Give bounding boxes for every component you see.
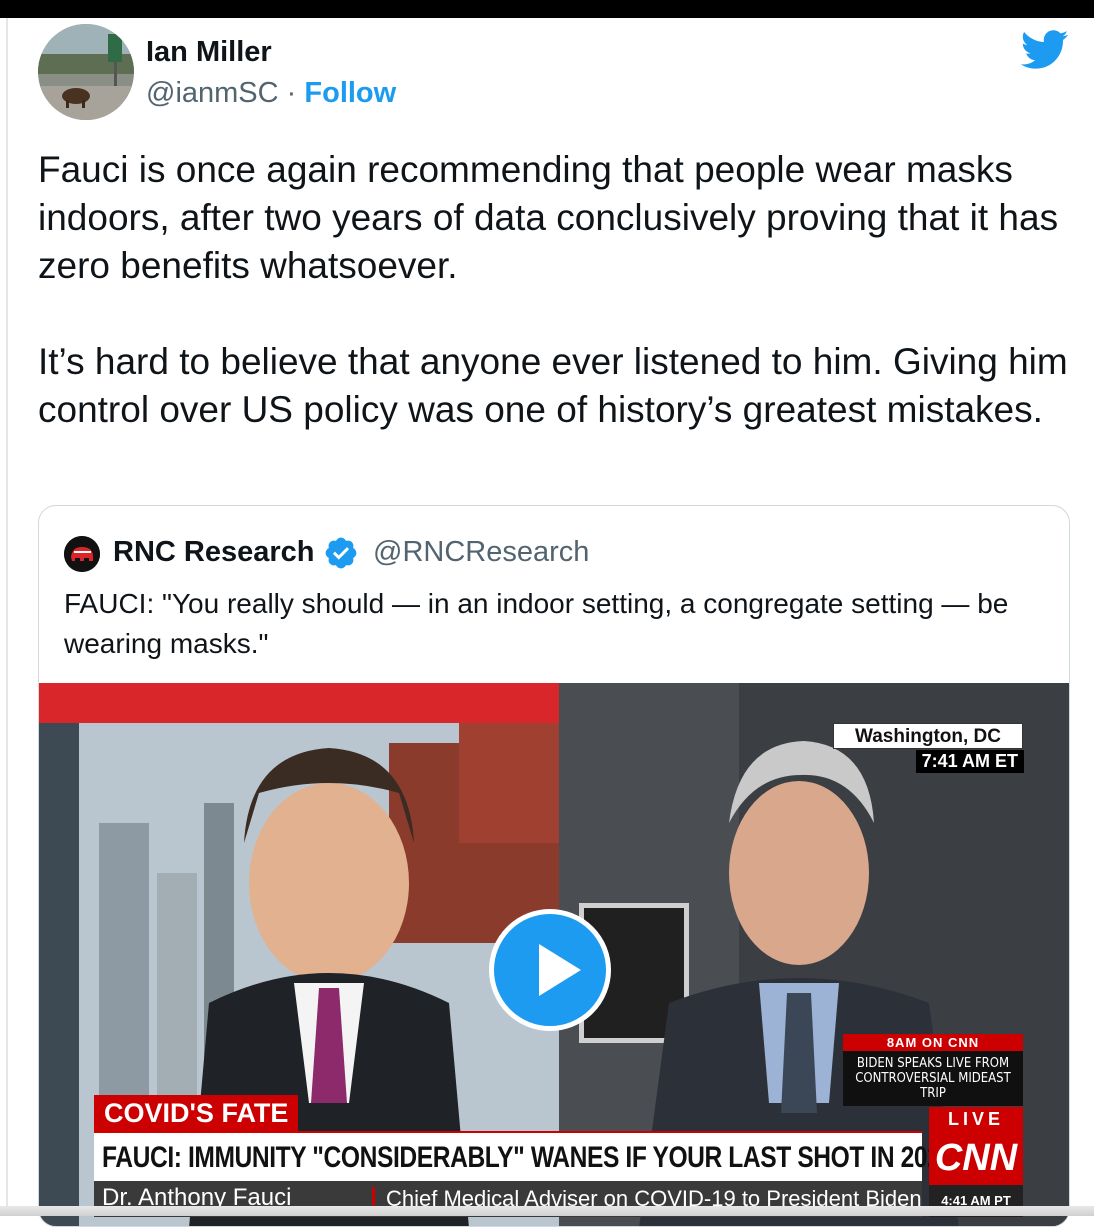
video-promo-box: 8AM ON CNN BIDEN SPEAKS LIVE FROM CONTRO…: [843, 1034, 1023, 1106]
author-avatar[interactable]: [38, 24, 134, 120]
author-name[interactable]: Ian Miller: [146, 36, 272, 69]
avatar-photo: [38, 24, 134, 120]
video-promo-body: BIDEN SPEAKS LIVE FROM CONTROVERSIAL MID…: [855, 1056, 1011, 1101]
quoted-author-handle[interactable]: @RNCResearch: [373, 536, 589, 569]
quoted-author-avatar[interactable]: [64, 536, 100, 572]
window-top-bar: [0, 0, 1094, 18]
author-handle[interactable]: @ianmSC: [146, 77, 279, 109]
twitter-bird-icon[interactable]: [1020, 30, 1070, 70]
follow-button[interactable]: Follow: [304, 77, 396, 109]
quoted-tweet-text: FAUCI: "You really should — in an indoor…: [64, 588, 1009, 659]
rnc-elephant-icon: [64, 536, 100, 572]
quoted-tweet-card[interactable]: RNC Research @RNCResearch FAUCI: "You re…: [38, 505, 1070, 1227]
tweet-paragraph: Fauci is once again recommending that pe…: [38, 149, 1059, 286]
play-icon: [539, 944, 581, 996]
handle-separator: ·: [286, 77, 297, 109]
window-bottom-edge: [0, 1206, 1094, 1216]
video-player[interactable]: Washington, DC 7:41 AM ET 8AM ON CNN BID…: [39, 683, 1069, 1226]
video-headline-bar: FAUCI: IMMUNITY "CONSIDERABLY" WANES IF …: [94, 1131, 954, 1183]
tweet-paragraph: It’s hard to believe that anyone ever li…: [38, 341, 1068, 430]
author-handle-row: @ianmSC · Follow: [146, 77, 396, 110]
video-location-city: Washington, DC: [855, 726, 1001, 747]
video-segment-label: COVID'S FATE: [94, 1095, 299, 1131]
verified-badge-icon: [325, 537, 357, 569]
live-badge: LIVE: [929, 1107, 1023, 1131]
video-headline: FAUCI: IMMUNITY "CONSIDERABLY" WANES IF …: [102, 1141, 954, 1174]
video-location-box: Washington, DC 7:41 AM ET: [833, 723, 1024, 773]
network-logo: CNN: [929, 1131, 1023, 1185]
quoted-author-name[interactable]: RNC Research: [113, 536, 314, 569]
window-left-edge: [6, 18, 8, 1216]
tweet-body: Fauci is once again recommending that pe…: [38, 146, 1078, 434]
video-location-time: 7:41 AM ET: [915, 750, 1024, 773]
play-button[interactable]: [489, 909, 611, 1031]
video-promo-header: 8AM ON CNN: [843, 1034, 1023, 1051]
